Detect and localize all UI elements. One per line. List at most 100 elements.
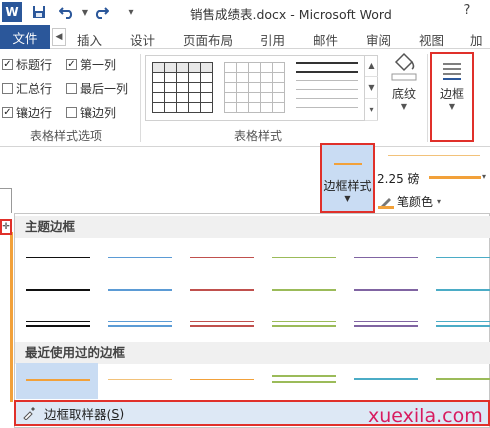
- checkbox-icon[interactable]: ✓: [2, 59, 13, 70]
- line-weight[interactable]: 2.25 磅: [377, 170, 420, 187]
- theme-border-swatch[interactable]: [102, 248, 178, 268]
- border-line-sample: [354, 325, 418, 327]
- theme-border-swatch[interactable]: [430, 248, 490, 268]
- theme-border-swatch[interactable]: [20, 248, 96, 268]
- thumb-row-line: [296, 62, 358, 64]
- recent-border-swatch[interactable]: [20, 370, 96, 390]
- checkbox-icon[interactable]: [66, 83, 77, 94]
- border-line-sample: [26, 321, 90, 322]
- gallery-up-icon[interactable]: ▲: [365, 55, 378, 77]
- checkbox-last-column[interactable]: 最后一列: [66, 80, 128, 97]
- tab-insert[interactable]: 插入: [77, 30, 102, 49]
- tab-references[interactable]: 引用: [260, 30, 285, 49]
- theme-border-swatch[interactable]: [348, 280, 424, 300]
- theme-borders-header: 主题边框: [15, 216, 490, 238]
- tab-review[interactable]: 审阅: [366, 30, 391, 49]
- gallery-scroll[interactable]: ▲ ▼ ▾: [364, 55, 378, 121]
- checkbox-header-row[interactable]: ✓ 标题行: [2, 56, 52, 73]
- table-style-list-thumbnail[interactable]: [296, 62, 358, 112]
- theme-border-swatch[interactable]: [266, 314, 342, 334]
- border-line-sample: [354, 257, 418, 258]
- undo-icon[interactable]: [58, 3, 76, 21]
- tab-view[interactable]: 视图: [419, 30, 444, 49]
- pen-icon: [378, 197, 394, 209]
- checkbox-total-row[interactable]: 汇总行: [2, 80, 52, 97]
- recent-border-swatch[interactable]: [266, 370, 342, 390]
- tab-scroll-left-icon[interactable]: ◀: [52, 28, 66, 46]
- pen-color-button[interactable]: 笔颜色 ▾: [378, 193, 441, 210]
- theme-border-swatch[interactable]: [348, 248, 424, 268]
- checkbox-banded-rows[interactable]: ✓ 镶边行: [2, 104, 52, 121]
- theme-border-swatch[interactable]: [348, 314, 424, 334]
- table-styles-gallery[interactable]: [145, 55, 378, 121]
- ruler-mark: [11, 188, 12, 213]
- table-style-grid-thumbnail[interactable]: [152, 62, 214, 113]
- theme-border-swatch[interactable]: [184, 314, 260, 334]
- border-line-sample: [108, 289, 172, 291]
- gallery-more-icon[interactable]: ▾: [365, 99, 378, 121]
- border-line-sample: [108, 379, 172, 380]
- checkbox-icon[interactable]: [2, 83, 13, 94]
- border-line-sample: [272, 289, 336, 291]
- pen-color-dropdown-icon: ▾: [437, 197, 442, 206]
- border-styles-dropdown-icon: ▼: [344, 194, 351, 203]
- line-weight-dropdown-icon[interactable]: ▾: [482, 172, 486, 181]
- tab-page-layout[interactable]: 页面布局: [183, 30, 233, 49]
- shading-label: 底纹: [391, 87, 416, 101]
- border-line-sample: [272, 381, 336, 383]
- watermark: xuexila.com: [368, 405, 483, 427]
- border-line-sample: [190, 257, 254, 258]
- checkbox-icon[interactable]: [66, 107, 77, 118]
- tab-design[interactable]: 设计: [130, 30, 155, 49]
- border-sampler-close: ): [119, 405, 125, 421]
- theme-border-swatch[interactable]: [20, 280, 96, 300]
- border-line-sample: [272, 325, 336, 327]
- border-line-sample: [108, 257, 172, 258]
- save-icon[interactable]: [30, 3, 48, 21]
- theme-border-swatch[interactable]: [266, 248, 342, 268]
- border-line-sample: [354, 321, 418, 322]
- recent-border-swatch[interactable]: [102, 370, 178, 390]
- checkbox-first-column[interactable]: ✓ 第一列: [66, 56, 116, 73]
- border-line-sample: [190, 289, 254, 291]
- border-line-sample: [272, 375, 336, 377]
- tab-mailings[interactable]: 邮件: [313, 30, 338, 49]
- border-line-sample: [190, 321, 254, 322]
- theme-border-swatch[interactable]: [430, 314, 490, 334]
- border-line-sample: [436, 325, 490, 327]
- borders-lines-icon: [443, 63, 461, 80]
- border-styles-button[interactable]: 边框样式 ▼: [320, 143, 375, 213]
- table-move-handle-icon[interactable]: ✛: [0, 219, 12, 235]
- recent-border-swatch[interactable]: [348, 370, 424, 390]
- checkbox-icon[interactable]: ✓: [2, 107, 13, 118]
- customize-qat-icon[interactable]: ▾: [122, 3, 140, 21]
- theme-border-swatch[interactable]: [184, 248, 260, 268]
- border-line-sample: [354, 289, 418, 291]
- help-icon[interactable]: ?: [458, 3, 476, 21]
- border-line-sample: [436, 378, 490, 380]
- recent-border-swatch[interactable]: [430, 370, 490, 390]
- theme-border-swatch[interactable]: [102, 280, 178, 300]
- word-logo-icon[interactable]: W: [2, 2, 22, 22]
- checkbox-banded-columns[interactable]: 镶边列: [66, 104, 116, 121]
- window-title: 销售成绩表.docx - Microsoft Word: [190, 7, 392, 22]
- theme-border-swatch[interactable]: [430, 280, 490, 300]
- theme-border-swatch[interactable]: [102, 314, 178, 334]
- redo-icon[interactable]: [92, 3, 110, 21]
- shading-button[interactable]: 底纹 ▼: [385, 52, 423, 122]
- eyedropper-icon: [23, 407, 35, 420]
- checkbox-icon[interactable]: ✓: [66, 59, 77, 70]
- border-sampler-accesskey: S: [111, 405, 120, 421]
- group-label-table-style-options: 表格样式选项: [30, 129, 103, 143]
- theme-border-swatch[interactable]: [266, 280, 342, 300]
- theme-border-swatch[interactable]: [184, 280, 260, 300]
- tab-file[interactable]: 文件: [0, 25, 50, 49]
- line-style-preview[interactable]: [380, 149, 488, 163]
- theme-border-swatch[interactable]: [20, 314, 96, 334]
- table-style-plain-thumbnail[interactable]: [224, 62, 286, 113]
- gallery-down-icon[interactable]: ▼: [365, 77, 378, 99]
- table-border-line: [10, 232, 13, 402]
- borders-button[interactable]: 边框 ▼: [430, 52, 474, 142]
- recent-border-swatch[interactable]: [184, 370, 260, 390]
- thumb-row-line: [296, 98, 358, 99]
